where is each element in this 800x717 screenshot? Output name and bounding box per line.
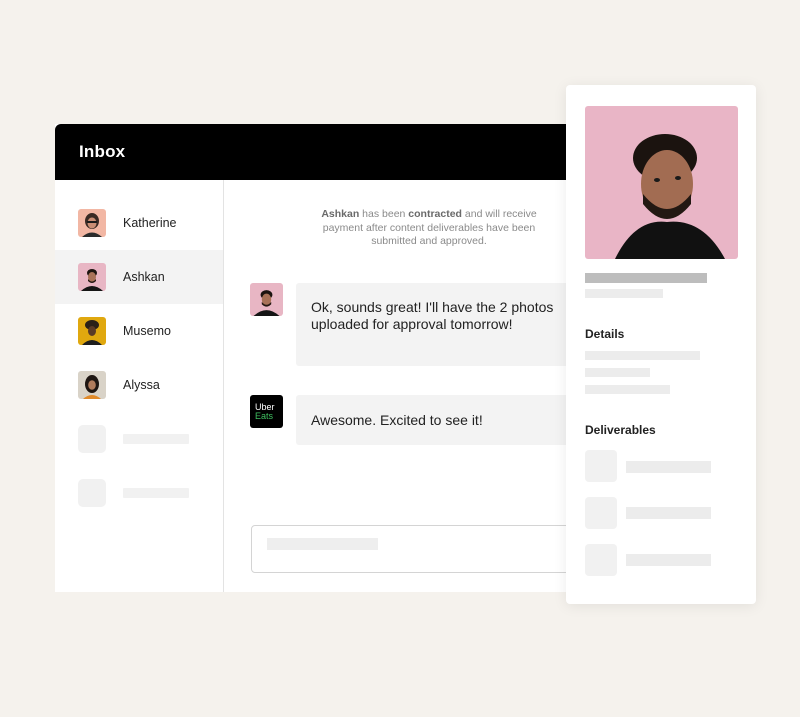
profile-name-placeholder [585,273,707,283]
chat-panel: Ashkan has been contracted and will rece… [224,180,596,592]
details-line [585,368,650,377]
message-input[interactable] [251,525,591,573]
contact-placeholder [55,412,223,466]
contact-name: Ashkan [123,270,165,284]
inbox-window: Inbox Katherine Ashkan Musemo Alyssa Ash… [55,124,596,592]
deliverables-title: Deliverables [585,423,656,437]
deliverable-line [626,554,711,566]
ashkan-avatar [78,263,106,291]
message-bubble: Awesome. Excited to see it! [296,395,596,445]
alyssa-avatar [78,371,106,399]
details-line [585,385,670,394]
contact-name: Katherine [123,216,177,230]
name-placeholder [123,488,189,498]
contact-list: Katherine Ashkan Musemo Alyssa [55,180,224,592]
contact-item-musemo[interactable]: Musemo [55,304,223,358]
system-message-text: has been [359,208,409,220]
deliverable-line [626,507,711,519]
message-row: Ok, sounds great! I'll have the 2 photos… [250,283,596,366]
details-title: Details [585,327,625,341]
input-placeholder [267,538,378,550]
ashkan-avatar [250,283,283,316]
uber-eats-logo: Uber Eats [250,395,283,428]
avatar-placeholder [78,479,106,507]
profile-card: Details Deliverables [566,85,756,604]
avatar-placeholder [78,425,106,453]
deliverable-thumb-placeholder [585,544,617,576]
profile-subtitle-placeholder [585,289,663,298]
message-bubble: Ok, sounds great! I'll have the 2 photos… [296,283,596,366]
system-message-status: contracted [408,208,462,220]
inbox-title: Inbox [79,142,126,161]
inbox-header: Inbox [55,124,575,180]
uber-eats-logo-text: Eats [255,410,274,421]
contact-name: Alyssa [123,378,160,392]
inbox-body: Katherine Ashkan Musemo Alyssa Ashkan ha… [55,180,596,592]
contact-item-ashkan[interactable]: Ashkan [55,250,223,304]
name-placeholder [123,434,189,444]
ashkan-profile-photo [585,106,738,259]
message-row: Uber Eats Awesome. Excited to see it! [250,395,596,445]
deliverable-thumb-placeholder [585,450,617,482]
contact-item-alyssa[interactable]: Alyssa [55,358,223,412]
contact-placeholder [55,466,223,520]
system-message: Ashkan has been contracted and will rece… [304,208,554,249]
katherine-avatar [78,209,106,237]
details-line [585,351,700,360]
musemo-avatar [78,317,106,345]
contact-name: Musemo [123,324,171,338]
deliverable-thumb-placeholder [585,497,617,529]
system-message-name: Ashkan [321,208,360,220]
deliverable-line [626,461,711,473]
app-stage: Inbox Katherine Ashkan Musemo Alyssa Ash… [0,0,800,717]
contact-item-katherine[interactable]: Katherine [55,196,223,250]
